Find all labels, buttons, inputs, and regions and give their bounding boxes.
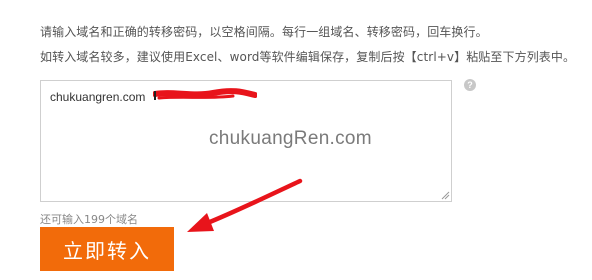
arrow-head-icon [187, 213, 214, 232]
instruction-line-2: 如转入域名较多，建议使用Excel、word等软件编辑保存，复制后按【ctrl+… [40, 50, 576, 64]
redaction-scribble [153, 88, 257, 100]
domain-transfer-form: 请输入域名和正确的转移密码，以空格间隔。每行一组域名、转移密码，回车换行。 如转… [0, 0, 592, 280]
transfer-now-button[interactable]: 立即转入 [40, 227, 174, 271]
resize-grip-icon[interactable] [440, 190, 450, 200]
instruction-line-1: 请输入域名和正确的转移密码，以空格间隔。每行一组域名、转移密码，回车换行。 [40, 25, 488, 39]
question-circle-icon[interactable]: ? [464, 79, 476, 91]
remaining-count-hint: 还可输入199个域名 [40, 213, 138, 226]
watermark-text: chukuangRen.com [209, 128, 372, 149]
domain-entry-text: chukuangren.com [50, 90, 146, 104]
